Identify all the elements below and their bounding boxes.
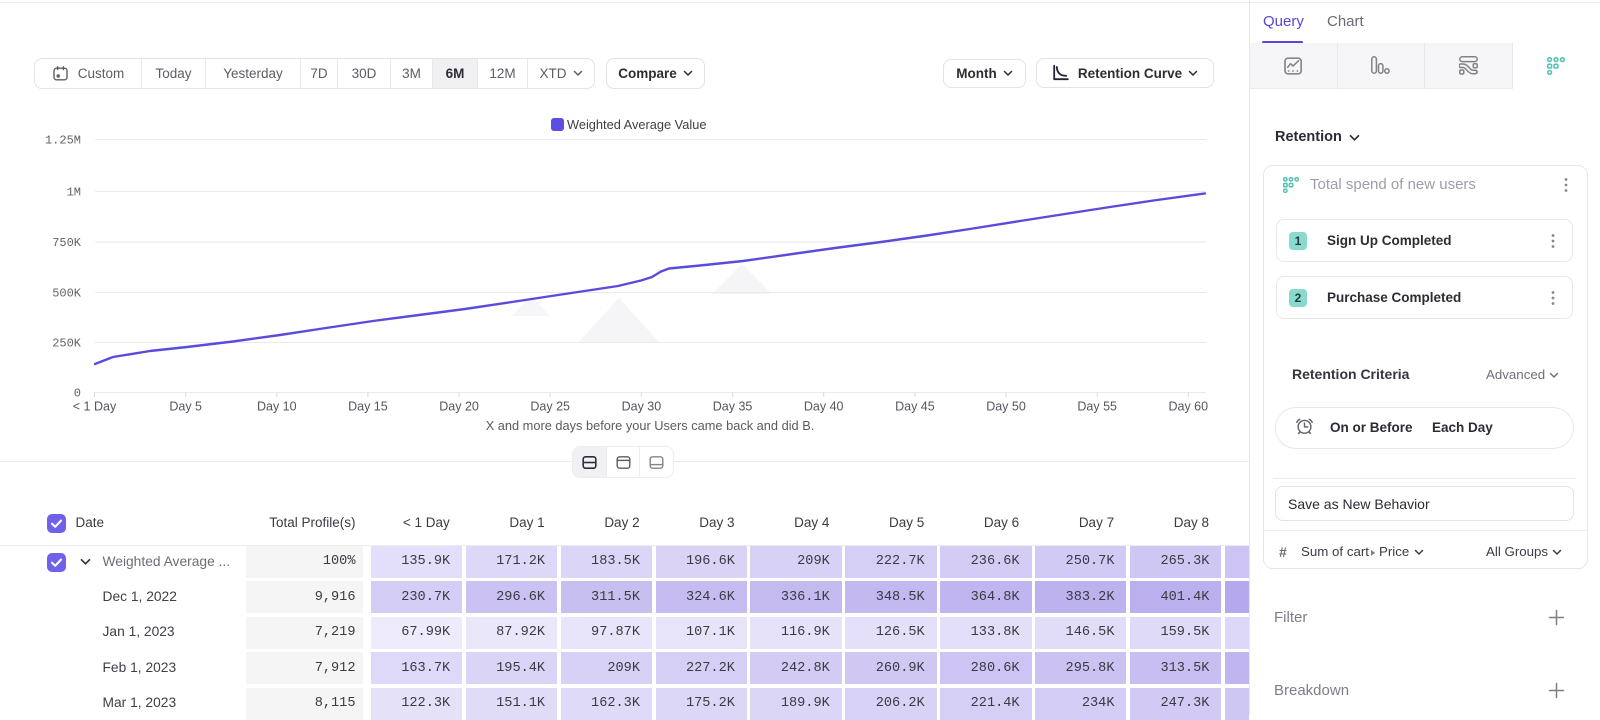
svg-text:Day 45: Day 45 (895, 400, 935, 414)
svg-text:1.25M: 1.25M (45, 134, 81, 148)
svg-text:< 1 Day: < 1 Day (73, 400, 117, 414)
svg-text:Day 35: Day 35 (713, 400, 753, 414)
svg-text:Day 60: Day 60 (1168, 400, 1208, 414)
svg-text:Day 50: Day 50 (986, 400, 1026, 414)
svg-text:Day 20: Day 20 (439, 400, 479, 414)
svg-text:Day 5: Day 5 (169, 400, 202, 414)
svg-text:Day 10: Day 10 (257, 400, 297, 414)
svg-text:Day 30: Day 30 (622, 400, 662, 414)
svg-text:Day 25: Day 25 (530, 400, 570, 414)
svg-text:Day 40: Day 40 (804, 400, 844, 414)
svg-text:250K: 250K (52, 337, 82, 351)
svg-text:500K: 500K (52, 287, 82, 301)
svg-text:Day 55: Day 55 (1077, 400, 1117, 414)
svg-text:Day 15: Day 15 (348, 400, 388, 414)
svg-text:0: 0 (74, 387, 81, 401)
svg-text:1M: 1M (67, 186, 81, 200)
svg-text:750K: 750K (52, 236, 82, 250)
